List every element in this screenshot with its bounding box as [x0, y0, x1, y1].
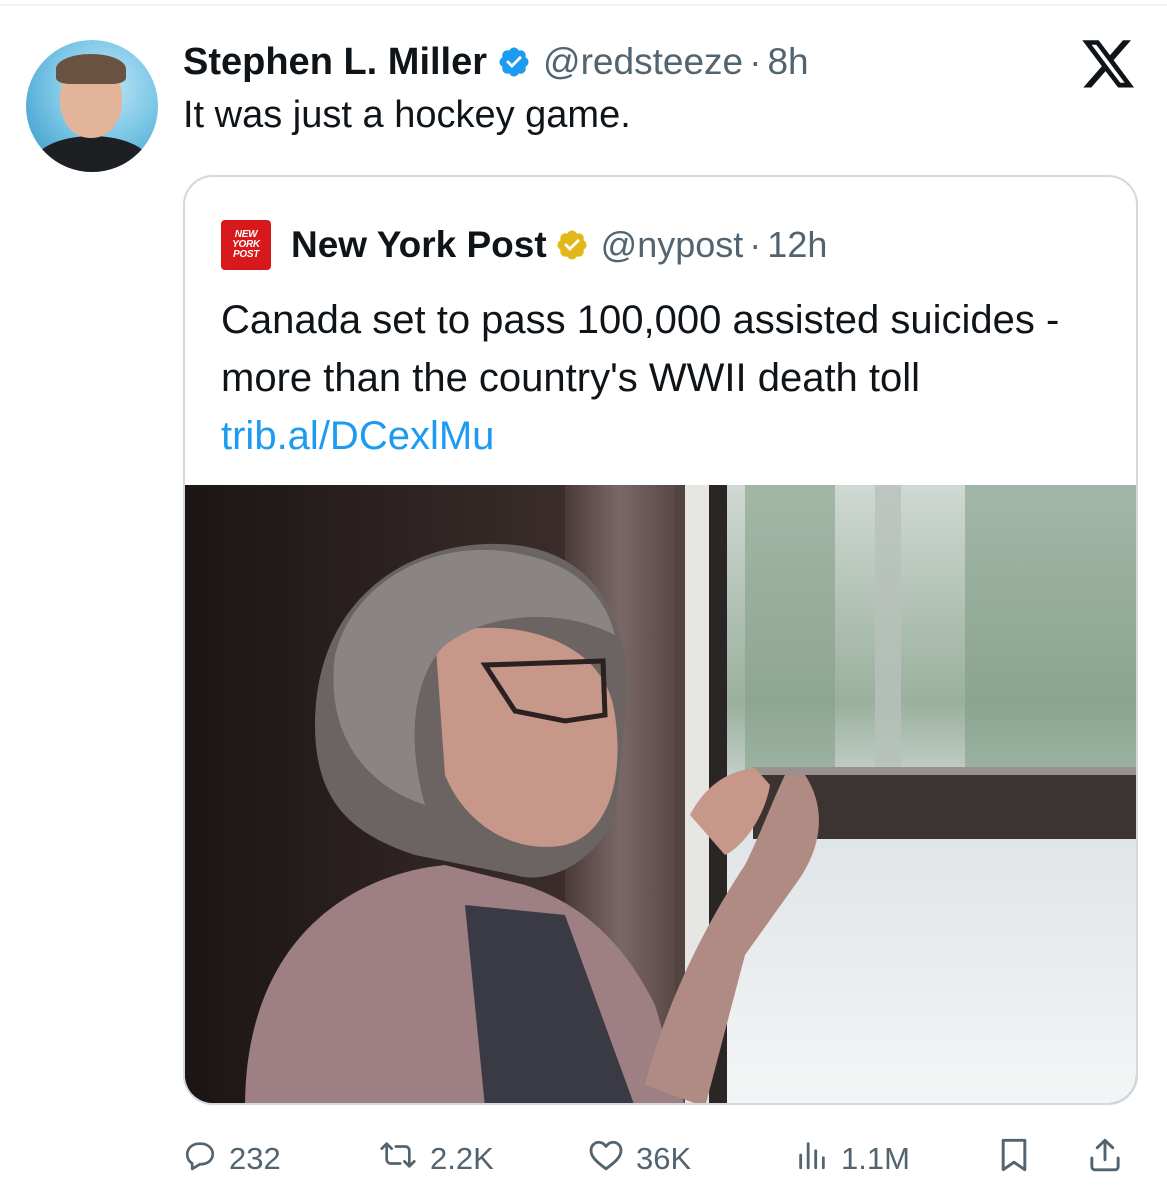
nypost-avatar-logo[interactable]: NEW YORK POST	[221, 220, 271, 270]
views-button[interactable]: 1.1M	[795, 1135, 910, 1183]
x-logo-icon[interactable]	[1082, 40, 1136, 90]
tweet-text: It was just a hockey game.	[183, 94, 631, 136]
quoted-handle[interactable]: @nypost	[601, 224, 744, 266]
repost-count: 2.2K	[430, 1141, 494, 1176]
avatar-hair	[56, 54, 126, 84]
quoted-header-separator: ·	[749, 224, 762, 265]
share-button[interactable]	[1088, 1135, 1122, 1183]
reply-button[interactable]: 232	[183, 1135, 281, 1183]
quoted-text-body: Canada set to pass 100,000 assisted suic…	[221, 298, 1060, 400]
nyp-logo-line: POST	[232, 249, 260, 260]
views-icon	[795, 1138, 829, 1180]
repost-icon	[378, 1138, 418, 1180]
heart-icon	[588, 1138, 624, 1180]
author-display-name[interactable]: Stephen L. Miller	[183, 41, 487, 84]
tweet-action-bar: 232 2.2K 36K 1.1M	[183, 1135, 1138, 1185]
repost-button[interactable]: 2.2K	[378, 1135, 494, 1183]
top-divider	[0, 4, 1167, 6]
avatar-shirt	[32, 136, 152, 172]
quoted-display-name[interactable]: New York Post	[291, 224, 547, 266]
reply-icon	[183, 1138, 217, 1180]
tweet-header: Stephen L. Miller @redsteeze · 8h	[183, 38, 809, 86]
reply-count: 232	[229, 1141, 281, 1176]
quoted-tweet-link[interactable]: trib.al/DCexlMu	[221, 414, 494, 458]
photo-woman-at-window	[185, 485, 1136, 1103]
like-count: 36K	[636, 1141, 692, 1176]
verified-badge-icon	[497, 45, 531, 79]
bookmark-icon	[997, 1136, 1031, 1182]
header-separator: ·	[749, 41, 762, 82]
bookmark-button[interactable]	[997, 1135, 1031, 1183]
author-handle[interactable]: @redsteeze	[543, 41, 743, 83]
verified-org-badge-icon	[555, 228, 589, 262]
tweet-timestamp[interactable]: 8h	[767, 41, 808, 83]
quoted-tweet-header: NEW YORK POST New York Post @nypost · 12…	[221, 220, 827, 270]
quoted-timestamp[interactable]: 12h	[767, 224, 827, 266]
author-avatar[interactable]	[26, 40, 158, 172]
quoted-tweet-card[interactable]: NEW YORK POST New York Post @nypost · 12…	[183, 175, 1138, 1105]
quoted-tweet-text: Canada set to pass 100,000 assisted suic…	[221, 291, 1101, 465]
like-button[interactable]: 36K	[588, 1135, 691, 1183]
views-count: 1.1M	[841, 1141, 910, 1176]
share-icon	[1088, 1136, 1122, 1182]
quoted-tweet-photo[interactable]	[185, 485, 1136, 1103]
